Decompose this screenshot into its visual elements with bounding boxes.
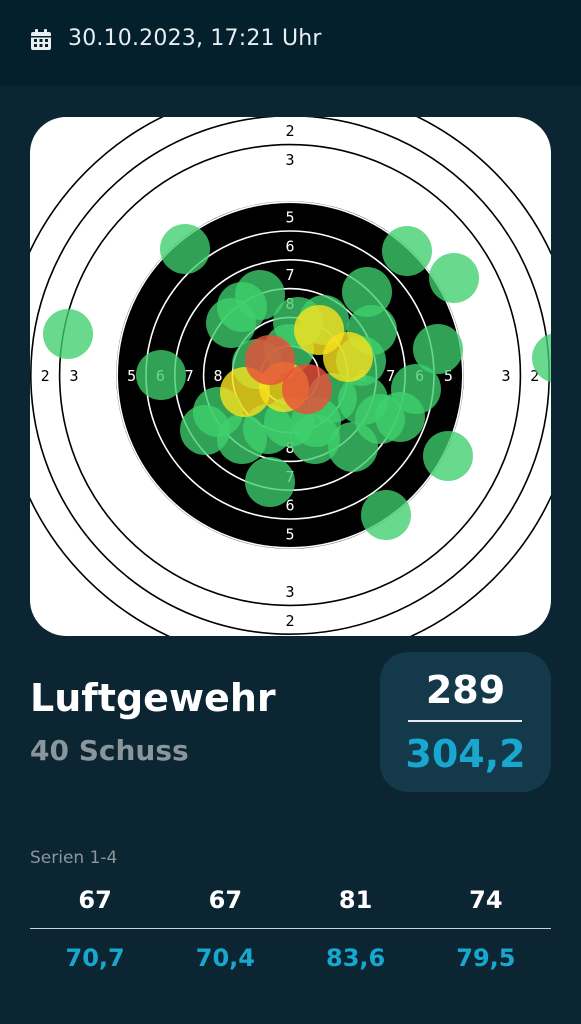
shot-impact <box>323 332 373 382</box>
discipline-title: Luftgewehr <box>30 676 276 720</box>
series-decimal-2: 70,4 <box>195 944 255 972</box>
series-integer-row: 67 67 81 74 <box>30 886 551 914</box>
ring-number-5: 5 <box>285 525 294 543</box>
series-decimal-1: 70,7 <box>65 944 125 972</box>
ring-number-4: 4 <box>285 554 294 572</box>
total-score-integer: 289 <box>425 668 506 712</box>
ring-number-4: 4 <box>98 367 107 385</box>
shot-impact <box>382 226 432 276</box>
ring-number-4: 4 <box>473 367 482 385</box>
series-integer-2: 67 <box>208 886 243 914</box>
target-graphic: 11112222333344445555666677778888 <box>30 117 551 636</box>
shot-impact <box>413 324 463 374</box>
series-decimal-3: 83,6 <box>326 944 386 972</box>
shot-impact <box>290 414 340 464</box>
series-integer-1: 67 <box>78 886 112 914</box>
ring-number-3: 3 <box>501 367 510 385</box>
ring-number-5: 5 <box>127 367 136 385</box>
ring-number-2: 2 <box>285 122 294 140</box>
ring-number-2: 2 <box>41 367 50 385</box>
shot-impact <box>282 364 332 414</box>
shot-impact <box>355 394 405 444</box>
ring-number-3: 3 <box>285 583 294 601</box>
series-integer-3: 81 <box>338 886 373 914</box>
shot-impact <box>136 350 186 400</box>
shot-impact <box>43 309 93 359</box>
shot-impact <box>245 457 295 507</box>
calendar-icon <box>31 29 51 50</box>
total-score-box: 289 304,2 <box>380 652 551 792</box>
shot-impact <box>361 490 411 540</box>
shot-impact <box>423 431 473 481</box>
score-divider <box>408 720 522 722</box>
series-integer-4: 74 <box>469 886 503 914</box>
series-decimal-4: 79,5 <box>456 944 516 972</box>
shot-impact <box>160 224 210 274</box>
shot-impact <box>217 282 267 332</box>
shot-count: 40 Schuss <box>30 734 189 767</box>
shot-target[interactable]: 11112222333344445555666677778888 <box>30 117 551 636</box>
ring-number-4: 4 <box>285 180 294 198</box>
series-divider <box>30 928 551 929</box>
ring-number-6: 6 <box>285 237 294 255</box>
total-score-decimal: 304,2 <box>405 732 526 776</box>
series-decimal-row: 70,7 70,4 83,6 79,5 <box>30 944 551 972</box>
ring-number-7: 7 <box>185 367 194 385</box>
ring-number-3: 3 <box>69 367 78 385</box>
shot-impact <box>429 253 479 303</box>
ring-number-3: 3 <box>285 151 294 169</box>
session-datetime: 30.10.2023, 17:21 Uhr <box>68 26 322 51</box>
header-bar: 30.10.2023, 17:21 Uhr <box>0 0 581 86</box>
ring-number-2: 2 <box>285 612 294 630</box>
ring-number-7: 7 <box>285 266 294 284</box>
series-label: Serien 1-4 <box>30 848 118 868</box>
ring-number-8: 8 <box>213 367 222 385</box>
ring-number-5: 5 <box>285 209 294 227</box>
